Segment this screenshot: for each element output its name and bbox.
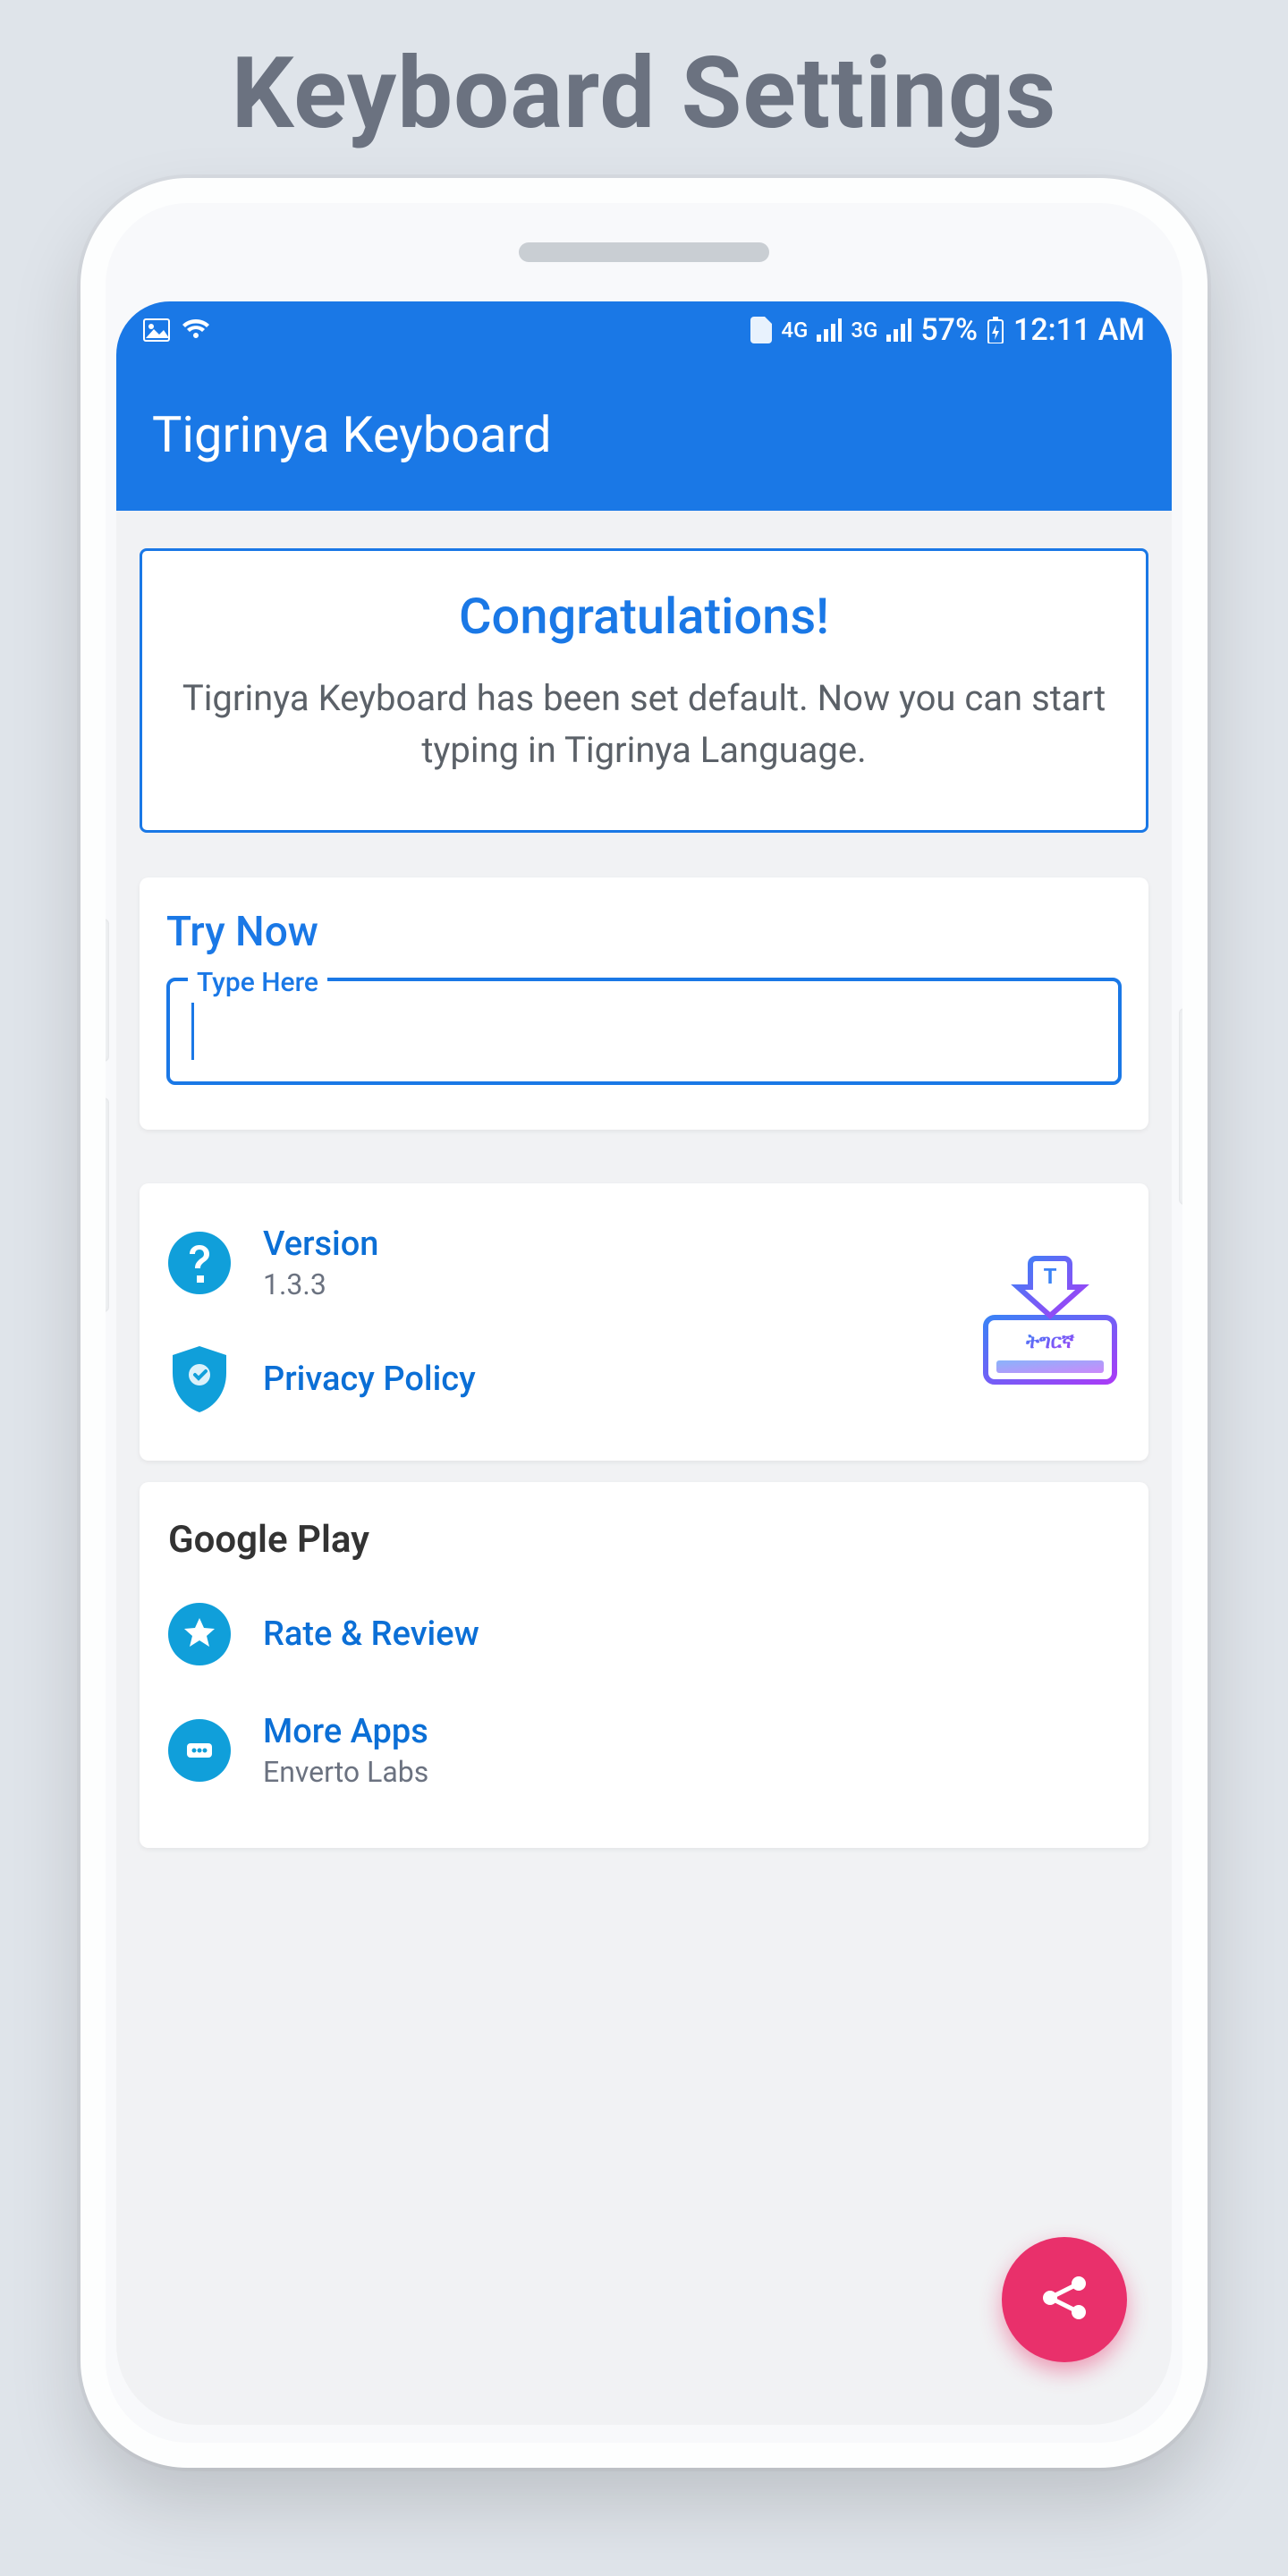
signal-icon-1 [817,318,842,342]
try-input[interactable] [194,1012,1097,1052]
signal-icon-2 [886,318,911,342]
page-heading: Keyboard Settings [0,0,1288,178]
wifi-icon [182,318,209,342]
star-icon [168,1603,231,1665]
more-apps-subtitle: Enverto Labs [263,1755,428,1789]
rate-review-row[interactable]: Rate & Review [165,1580,1123,1689]
share-icon [1038,2271,1091,2328]
question-icon [168,1232,231,1294]
privacy-label: Privacy Policy [263,1360,476,1399]
sim-icon [750,317,772,343]
try-now-label: Try Now [166,908,1122,956]
more-icon [168,1719,231,1782]
app-title: Tigrinya Keyboard [152,405,552,464]
phone-speaker [519,242,769,262]
clock-time: 12:11 AM [1013,312,1145,348]
volume-up-button [97,919,109,1062]
svg-text:ትግርኛ: ትግርኛ [1025,1331,1075,1353]
content-area: Congratulations! Tigrinya Keyboard has b… [116,511,1172,2425]
network-3g-label: 3G [851,312,877,343]
volume-down-button [97,1097,109,1312]
battery-percent: 57% [920,312,978,348]
version-label: Version [263,1224,378,1264]
share-fab[interactable] [1002,2237,1127,2362]
network-4g-label: 4G [781,312,808,343]
info-card: Version 1.3.3 Privacy Policy [140,1183,1148,1461]
svg-text:T: T [1044,1264,1057,1289]
battery-charging-icon [987,317,1004,343]
more-apps-label: More Apps [263,1712,428,1751]
status-bar: 4G 3G 57% 12:11 AM [116,301,1172,359]
phone-screen: 4G 3G 57% 12:11 AM Tigrinya Keyboard [116,301,1172,2425]
version-value: 1.3.3 [263,1267,378,1301]
app-keyboard-icon: T ትግርኛ [979,1255,1122,1389]
google-play-title: Google Play [165,1509,1123,1580]
rate-review-label: Rate & Review [263,1614,479,1654]
congrats-message: Tigrinya Keyboard has been set default. … [169,673,1119,776]
more-apps-row[interactable]: More Apps Enverto Labs [165,1689,1123,1812]
try-input-wrapper[interactable]: Type Here [166,978,1122,1085]
try-input-floating-label: Type Here [188,967,327,998]
phone-frame: 4G 3G 57% 12:11 AM Tigrinya Keyboard [80,178,1208,2468]
google-play-card: Google Play Rate & Review More Apps [140,1482,1148,1848]
power-button [1179,1008,1191,1205]
congrats-title: Congratulations! [169,587,1119,646]
gallery-icon [143,318,170,342]
congrats-card: Congratulations! Tigrinya Keyboard has b… [140,548,1148,833]
app-bar: Tigrinya Keyboard [116,359,1172,511]
shield-icon [168,1348,231,1411]
try-now-card: Try Now Type Here [140,877,1148,1130]
